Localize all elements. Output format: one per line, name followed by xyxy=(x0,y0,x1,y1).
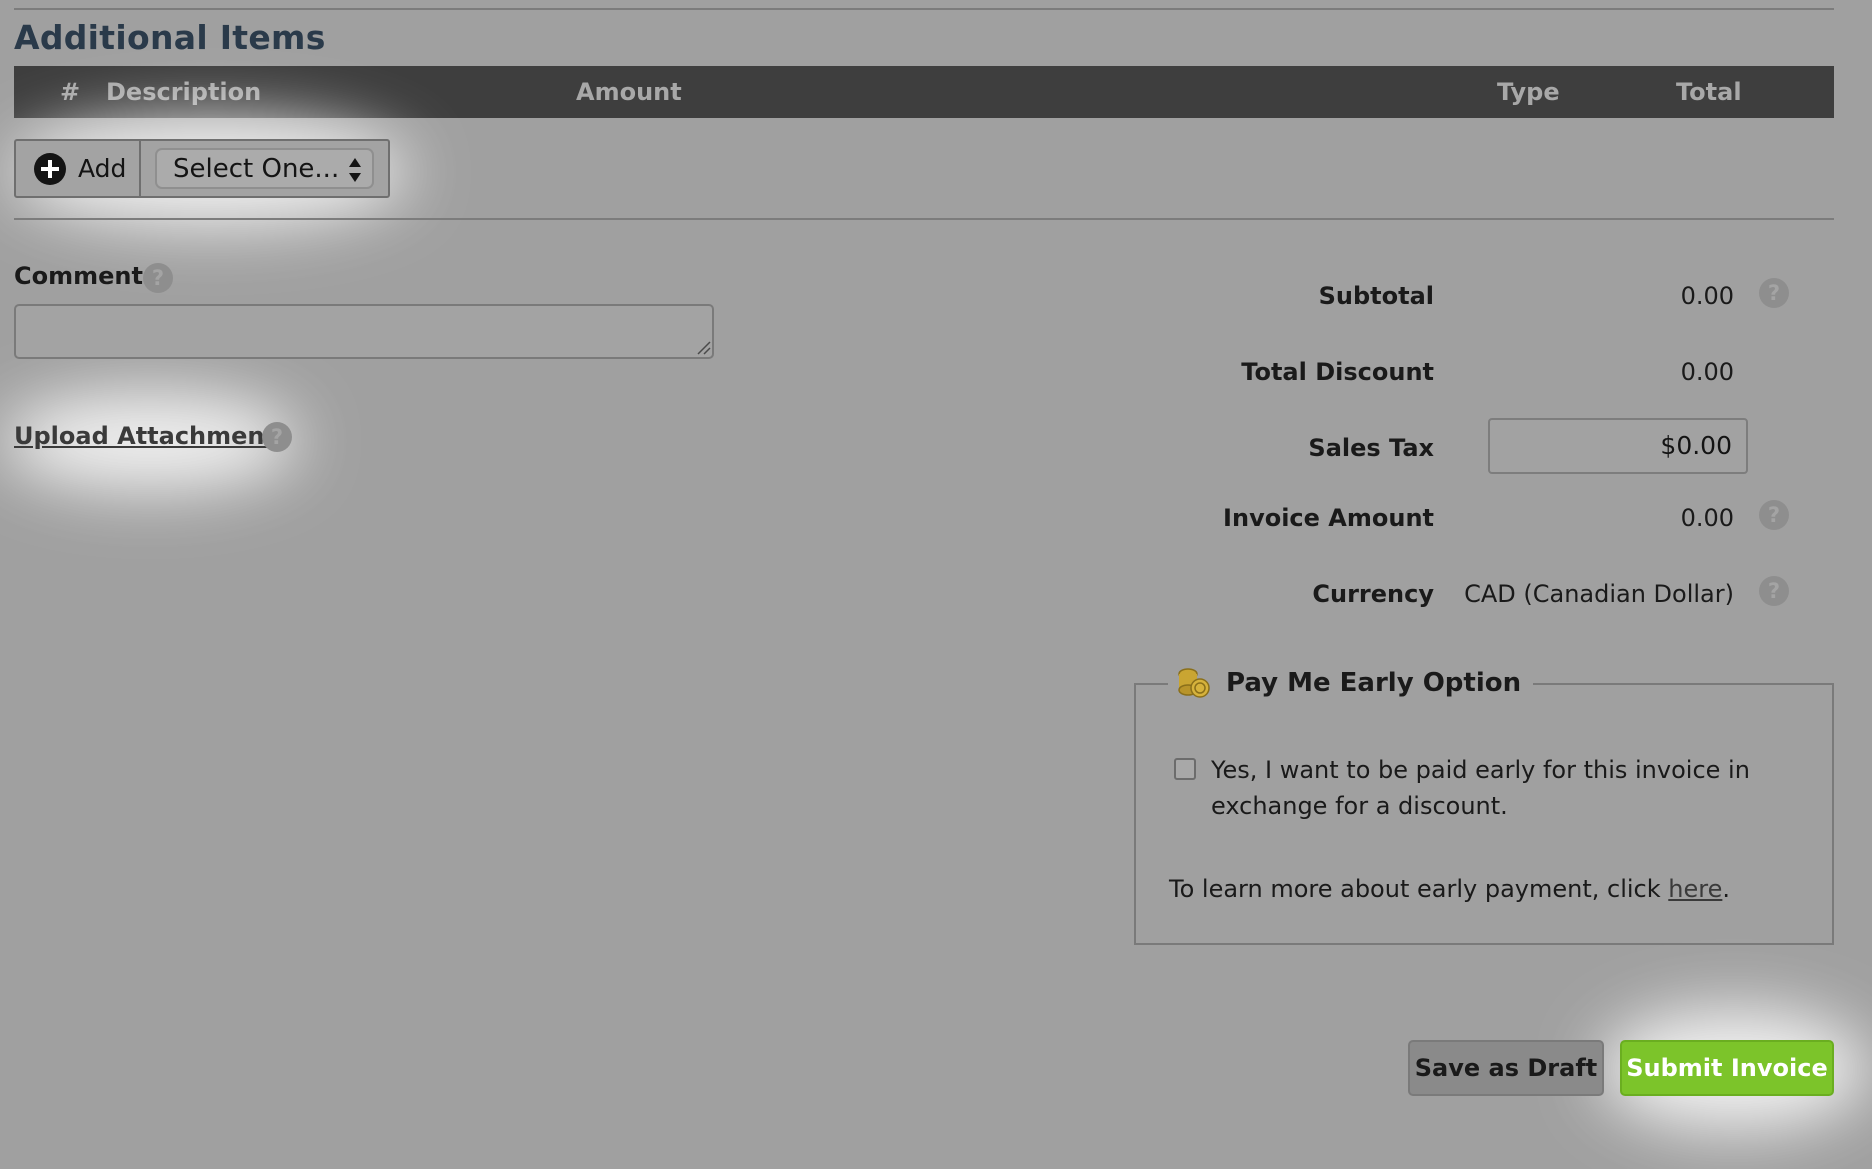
total-discount-label: Total Discount xyxy=(1241,358,1434,386)
subtotal-label: Subtotal xyxy=(1318,282,1434,310)
pay-early-checkbox-label[interactable]: Yes, I want to be paid early for this in… xyxy=(1211,752,1771,824)
add-label: Add xyxy=(78,154,127,183)
total-discount-value: 0.00 xyxy=(1680,358,1734,386)
add-item-group: Add Select One... xyxy=(14,139,390,198)
section-title: Additional Items xyxy=(14,18,326,57)
resize-grip-icon[interactable] xyxy=(696,340,711,355)
currency-help-icon[interactable]: ? xyxy=(1759,576,1789,606)
pay-early-legend: Pay Me Early Option xyxy=(1168,663,1534,703)
invoice-amount-label: Invoice Amount xyxy=(1223,504,1434,532)
column-number: # xyxy=(60,78,81,106)
top-divider xyxy=(14,8,1834,10)
invoice-form: Additional Items # Description Amount Ty… xyxy=(0,0,1872,1169)
add-item-button[interactable]: Add xyxy=(16,141,141,196)
learn-more-text: To learn more about early payment, click… xyxy=(1169,875,1730,903)
sales-tax-input[interactable]: $0.00 xyxy=(1488,418,1748,474)
select-arrows-icon xyxy=(349,158,361,182)
comment-field[interactable] xyxy=(14,304,714,359)
submit-invoice-button[interactable]: Submit Invoice xyxy=(1620,1040,1834,1096)
item-type-select[interactable]: Select One... xyxy=(155,148,374,189)
learn-more-suffix: . xyxy=(1722,875,1730,903)
coins-icon xyxy=(1178,668,1210,698)
sales-tax-label: Sales Tax xyxy=(1308,434,1434,462)
pay-early-title: Pay Me Early Option xyxy=(1226,668,1522,698)
invoice-amount-value: 0.00 xyxy=(1680,504,1734,532)
pay-early-checkbox[interactable] xyxy=(1174,758,1196,780)
column-type: Type xyxy=(1497,78,1560,106)
select-value: Select One... xyxy=(173,153,340,184)
currency-value: CAD (Canadian Dollar) xyxy=(1464,580,1734,608)
column-description: Description xyxy=(106,78,262,106)
learn-more-link[interactable]: here xyxy=(1668,875,1722,903)
mid-divider xyxy=(14,218,1834,220)
column-amount: Amount xyxy=(576,78,682,106)
invoice-amount-help-icon[interactable]: ? xyxy=(1759,500,1789,530)
items-table-header: # Description Amount Type Total xyxy=(14,66,1834,118)
currency-label: Currency xyxy=(1312,580,1434,608)
comment-label: Comment xyxy=(14,262,143,290)
subtotal-help-icon[interactable]: ? xyxy=(1759,278,1789,308)
comment-help-icon[interactable]: ? xyxy=(143,263,173,293)
subtotal-value: 0.00 xyxy=(1680,282,1734,310)
column-total: Total xyxy=(1676,78,1742,106)
upload-attachment-link[interactable]: Upload Attachment xyxy=(14,422,276,450)
learn-more-prefix: To learn more about early payment, click xyxy=(1169,875,1669,903)
upload-help-icon[interactable]: ? xyxy=(262,422,292,452)
save-as-draft-button[interactable]: Save as Draft xyxy=(1408,1040,1604,1096)
plus-circle-icon xyxy=(34,152,66,185)
